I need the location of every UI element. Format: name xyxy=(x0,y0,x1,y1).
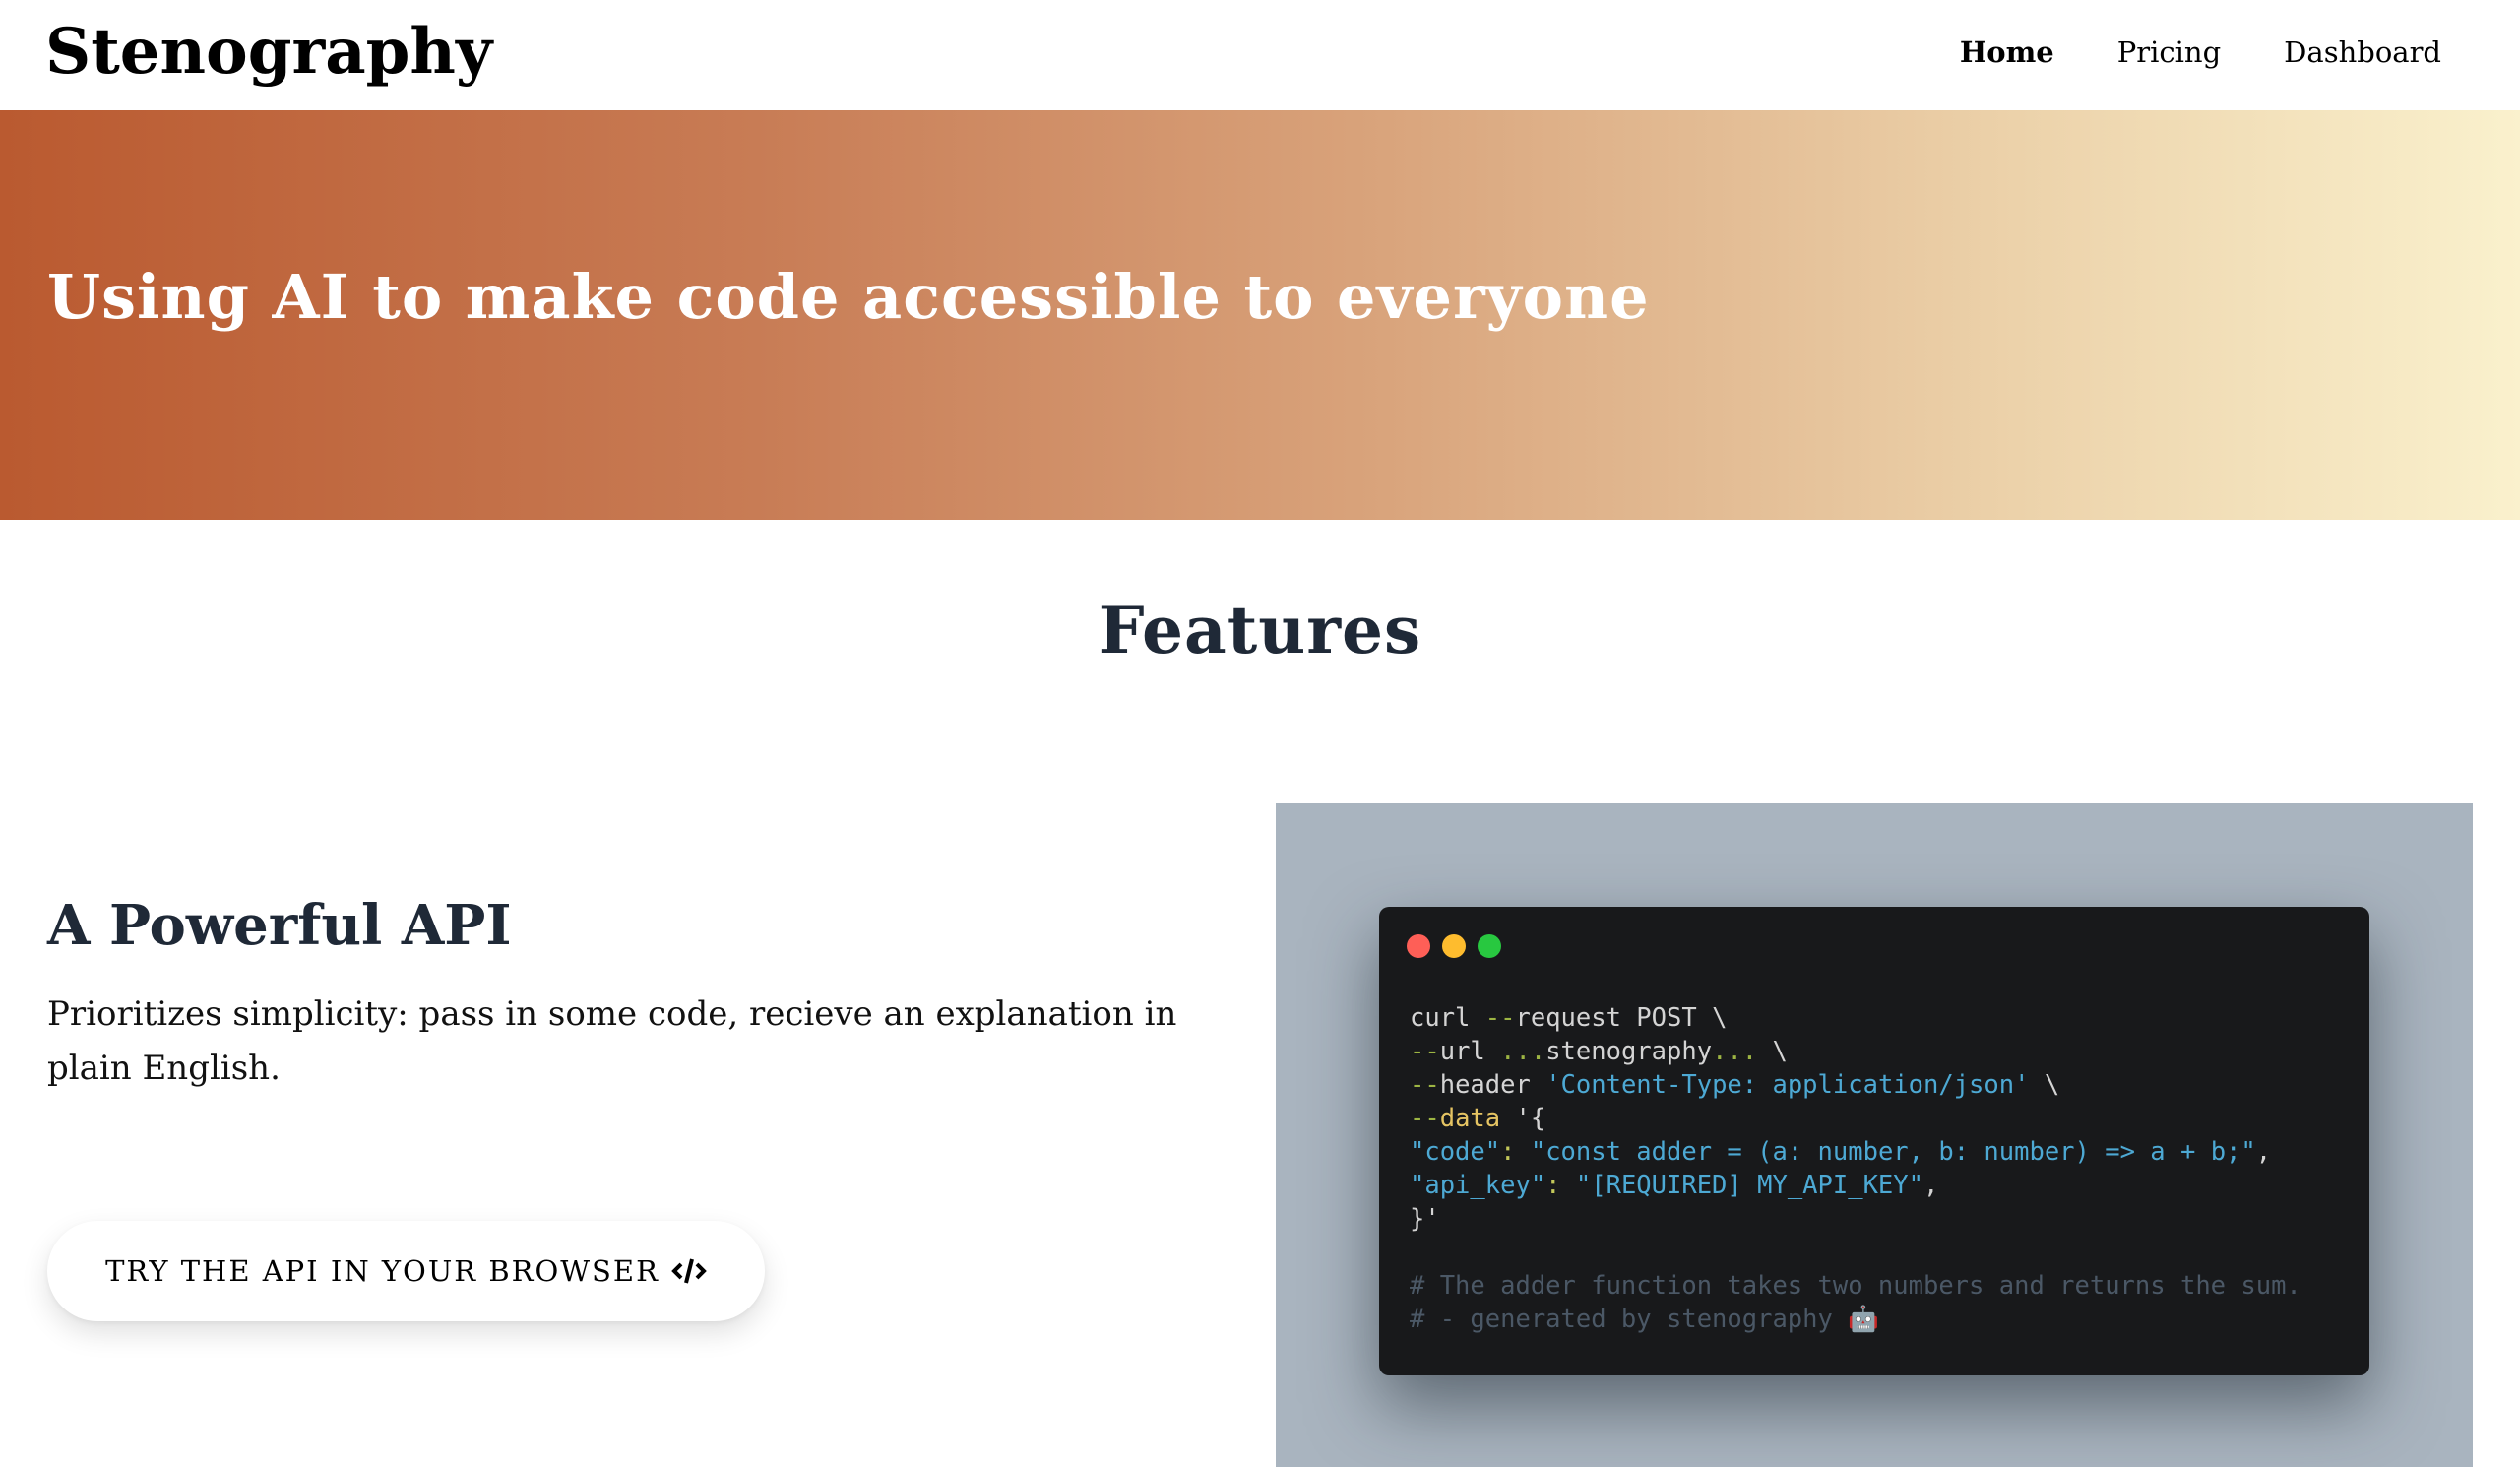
close-dot-icon xyxy=(1407,934,1430,958)
nav-pricing-link[interactable]: Pricing xyxy=(2117,30,2221,75)
code-token-string: "const adder = (a: number, b: number) =>… xyxy=(1530,1137,2256,1167)
maximize-dot-icon xyxy=(1478,934,1501,958)
code-window: curl --request POST \ --url ...stenograph… xyxy=(1379,907,2369,1375)
code-token-flag: -- xyxy=(1410,1070,1440,1100)
code-token-plain: }' xyxy=(1410,1204,1440,1234)
code-showcase-panel: curl --request POST \ --url ...stenograph… xyxy=(1276,803,2473,1467)
code-token-punct: : xyxy=(1545,1171,1576,1200)
code-line: "api_key": "[REQUIRED] MY_API_KEY", xyxy=(1410,1169,2301,1202)
hero-title: Using AI to make code accessible to ever… xyxy=(47,261,1650,333)
site-logo[interactable]: Stenography xyxy=(45,8,492,96)
code-token-flag: -- xyxy=(1410,1037,1440,1066)
code-token-flag: -- xyxy=(1484,1003,1516,1033)
code-line: --header 'Content-Type: application/json… xyxy=(1410,1068,2301,1102)
code-token-plain: curl xyxy=(1410,1003,1485,1033)
site-header: Stenography Home Pricing Dashboard xyxy=(0,0,2520,110)
code-token-comment: # - generated by stenography 🤖 xyxy=(1410,1305,1879,1334)
code-line: }' xyxy=(1410,1202,2301,1236)
try-api-button-label: Try the API in your browser xyxy=(105,1254,660,1288)
code-token-plain: url xyxy=(1439,1037,1501,1066)
code-token-string: "[REQUIRED] MY_API_KEY" xyxy=(1575,1171,1923,1200)
minimize-dot-icon xyxy=(1442,934,1466,958)
code-token-flag: -- xyxy=(1410,1104,1440,1133)
code-line: --data '{ xyxy=(1410,1102,2301,1135)
code-token-plain: stenography xyxy=(1545,1037,1713,1066)
code-token-plain: , xyxy=(1923,1171,1939,1200)
hero-banner: Using AI to make code accessible to ever… xyxy=(0,110,2520,520)
code-token-string: "code" xyxy=(1410,1137,1501,1167)
code-token-punct: : xyxy=(1500,1137,1531,1167)
features-heading: Features xyxy=(1098,592,1422,669)
nav-dashboard-link[interactable]: Dashboard xyxy=(2284,30,2441,75)
code-line: curl --request POST \ xyxy=(1410,1001,2301,1035)
code-snippet: curl --request POST \ --url ...stenograph… xyxy=(1410,1001,2301,1336)
code-token-comment: # The adder function takes two numbers a… xyxy=(1410,1271,2301,1301)
code-line: "code": "const adder = (a: number, b: nu… xyxy=(1410,1135,2301,1169)
try-api-button[interactable]: Try the API in your browser xyxy=(47,1221,765,1321)
window-controls xyxy=(1407,934,1501,958)
feature-description: Prioritizes simplicity: pass in some cod… xyxy=(47,994,1177,1088)
code-token-plain: '{ xyxy=(1500,1104,1546,1133)
code-token-plain: \ xyxy=(1757,1037,1788,1066)
code-token-plain: , xyxy=(2255,1137,2272,1167)
code-token-plain: request POST \ xyxy=(1515,1003,1728,1033)
code-token-plain: header xyxy=(1439,1070,1546,1100)
nav-home-link[interactable]: Home xyxy=(1960,30,2054,75)
code-icon xyxy=(671,1256,707,1286)
code-line: # - generated by stenography 🤖 xyxy=(1410,1303,2301,1336)
code-token-string: 'Content-Type: application/json' xyxy=(1545,1070,2030,1100)
code-token-flag: ... xyxy=(1712,1037,1758,1066)
main-nav: Home Pricing Dashboard xyxy=(1960,30,2441,75)
code-token-keyword: data xyxy=(1439,1104,1501,1133)
code-line: --url ...stenography... \ xyxy=(1410,1035,2301,1068)
feature-heading: A Powerful API xyxy=(47,893,512,958)
code-token-plain: \ xyxy=(2029,1070,2060,1100)
code-token-string: "api_key" xyxy=(1410,1171,1546,1200)
code-token-flag: ... xyxy=(1500,1037,1546,1066)
code-line: # The adder function takes two numbers a… xyxy=(1410,1269,2301,1303)
